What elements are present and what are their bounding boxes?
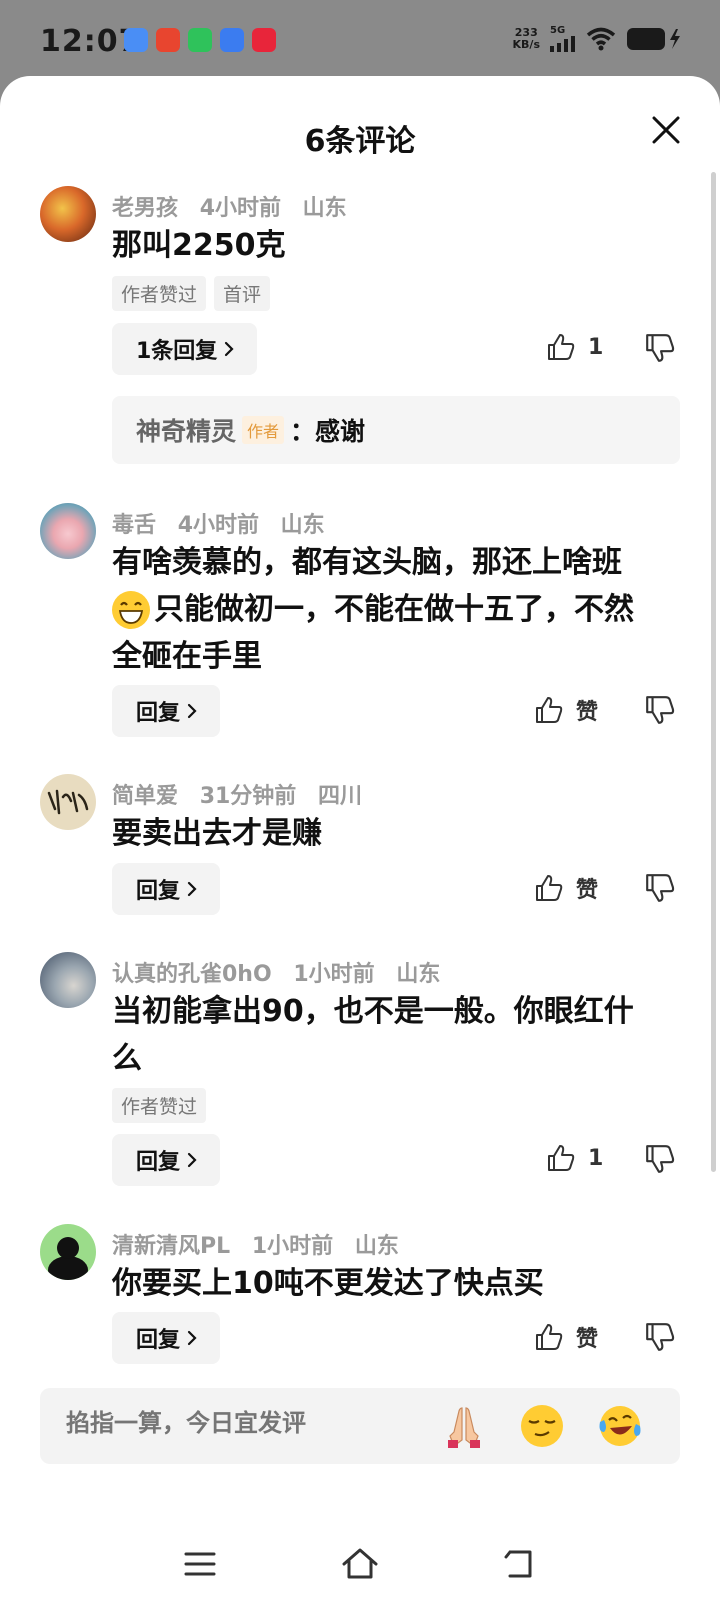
like-count: 1 <box>588 334 604 360</box>
chevron-right-icon <box>187 1152 197 1168</box>
thumbs-up-icon <box>536 1324 563 1350</box>
thumbs-down-icon[interactable] <box>644 332 676 364</box>
sub-reply[interactable]: 神奇精灵 作者 ：感谢 <box>112 396 680 464</box>
comment-meta: 毒舌 4小时前 山东 <box>112 507 339 539</box>
comment-time: 4小时前 <box>199 196 281 221</box>
thumbs-up-icon <box>548 334 575 360</box>
author-badge: 作者 <box>242 416 285 444</box>
chevron-right-icon <box>187 1330 197 1346</box>
reply-username[interactable]: 神奇精灵 <box>136 412 236 448</box>
status-bar: 12:07 233 KB/s 5G <box>0 0 720 78</box>
author-liked-tag: 作者赞过 <box>112 276 207 311</box>
comment-location: 山东 <box>354 1234 399 1259</box>
comment-item: 毒舌 4小时前 山东 有啥羡慕的，都有这头脑，那还上啥班 只能做初一，不能在做十… <box>0 503 720 743</box>
like-count: 1 <box>588 1145 604 1171</box>
username[interactable]: 简单爱 <box>112 784 178 809</box>
reply-button[interactable]: 回复 <box>112 863 221 915</box>
laughing-crying-emoji-icon[interactable] <box>596 1402 644 1450</box>
signal-icon: 5G <box>550 26 576 52</box>
comment-item: 认真的孔雀0hO 1小时前 山东 当初能拿出90，也不是一般。你眼红什 么 作者… <box>0 952 720 1192</box>
comment-location: 山东 <box>302 196 347 221</box>
thumbs-down-icon[interactable] <box>644 1143 676 1175</box>
like-button[interactable]: 1 <box>546 332 603 362</box>
system-nav-bar <box>0 1516 720 1608</box>
avatar[interactable] <box>40 503 96 559</box>
battery-icon <box>627 28 680 50</box>
back-icon[interactable] <box>500 1544 540 1584</box>
like-label: 赞 <box>576 1327 599 1352</box>
view-replies-button[interactable]: 1条回复 <box>112 323 258 375</box>
username[interactable]: 清新清风PL <box>112 1234 230 1259</box>
comment-time: 4小时前 <box>177 513 259 538</box>
like-label: 赞 <box>576 700 599 725</box>
comment-tags: 作者赞过 首评 <box>112 276 271 311</box>
username[interactable]: 毒舌 <box>112 513 156 538</box>
menu-icon[interactable] <box>180 1544 220 1584</box>
thumbs-up-icon <box>548 1145 575 1171</box>
username[interactable]: 认真的孔雀0hO <box>112 962 272 987</box>
comment-location: 四川 <box>317 784 362 809</box>
notification-app-icon <box>156 28 180 52</box>
avatar[interactable] <box>40 952 96 1008</box>
wechat-icon <box>188 28 212 52</box>
notification-app-icon <box>252 28 276 52</box>
thumbs-down-icon[interactable] <box>644 872 676 904</box>
notification-app-icon <box>124 28 148 52</box>
comment-time: 31分钟前 <box>199 784 297 809</box>
avatar[interactable] <box>40 1224 96 1280</box>
notification-app-icon <box>220 28 244 52</box>
comment-count-title: 6条评论 <box>304 124 416 159</box>
comment-meta: 简单爱 31分钟前 四川 <box>112 778 376 810</box>
chevron-right-icon <box>187 703 197 719</box>
status-indicators: 233 KB/s 5G <box>513 26 684 52</box>
thumbs-down-icon[interactable] <box>644 1321 676 1353</box>
reply-button[interactable]: 回复 <box>112 685 221 737</box>
status-app-icons <box>124 28 276 52</box>
reply-button[interactable]: 回复 <box>112 1134 221 1186</box>
comment-item: 简单爱 31分钟前 四川 要卖出去才是赚 回复 赞 <box>0 774 720 924</box>
first-comment-tag: 首评 <box>214 276 271 311</box>
username[interactable]: 老男孩 <box>112 196 178 221</box>
comment-item: 清新清风PL 1小时前 山东 你要买上10吨不更发达了快点买 回复 赞 <box>0 1224 720 1374</box>
comment-time: 1小时前 <box>251 1234 334 1259</box>
reply-button[interactable]: 回复 <box>112 1312 221 1364</box>
like-label: 赞 <box>576 878 599 903</box>
avatar[interactable] <box>40 774 96 830</box>
thumbs-down-icon[interactable] <box>644 694 676 726</box>
thumbs-up-icon <box>536 875 563 901</box>
comment-sheet: 6条评论 老男孩 4小时前 山东 那叫2250克 作者赞过 首评 1条回复 1 … <box>0 76 720 1608</box>
comment-text[interactable]: 当初能拿出90，也不是一般。你眼红什 么 <box>112 988 672 1082</box>
chevron-right-icon <box>225 341 234 357</box>
comment-tags: 作者赞过 <box>112 1088 207 1123</box>
home-icon[interactable] <box>340 1544 380 1584</box>
comment-text[interactable]: 那叫2250克 <box>112 222 672 269</box>
like-button[interactable]: 赞 <box>534 1321 598 1353</box>
comment-text[interactable]: 你要买上10吨不更发达了快点买 <box>112 1260 672 1307</box>
comment-input-bar[interactable] <box>40 1388 680 1464</box>
comment-text[interactable]: 要卖出去才是赚 <box>112 810 672 857</box>
net-speed: 233 KB/s <box>512 26 540 51</box>
comment-item: 老男孩 4小时前 山东 那叫2250克 作者赞过 首评 1条回复 1 神奇精灵 … <box>0 186 720 476</box>
wifi-icon <box>586 27 616 51</box>
comment-meta: 清新清风PL 1小时前 山东 <box>112 1228 413 1260</box>
close-icon[interactable] <box>648 112 684 148</box>
like-button[interactable]: 赞 <box>534 694 598 726</box>
chevron-right-icon <box>187 881 197 897</box>
grin-emoji <box>112 590 150 629</box>
comment-location: 山东 <box>280 513 325 538</box>
reply-text: ：感谢 <box>290 417 366 446</box>
comment-time: 1小时前 <box>293 962 375 987</box>
like-button[interactable]: 赞 <box>534 872 598 904</box>
comment-meta: 认真的孔雀0hO 1小时前 山东 <box>112 956 454 988</box>
comment-text[interactable]: 有啥羡慕的，都有这头脑，那还上啥班 只能做初一，不能在做十五了，不然 全砸在手里 <box>112 539 672 680</box>
comment-input[interactable] <box>66 1410 426 1438</box>
author-liked-tag: 作者赞过 <box>112 1088 207 1123</box>
thumbs-up-icon <box>536 697 563 723</box>
avatar[interactable] <box>40 186 96 242</box>
like-button[interactable]: 1 <box>546 1143 603 1173</box>
comment-location: 山东 <box>396 962 441 987</box>
smirk-emoji-icon[interactable] <box>518 1402 566 1450</box>
praying-hands-emoji-icon[interactable] <box>440 1402 488 1450</box>
comment-meta: 老男孩 4小时前 山东 <box>112 190 361 222</box>
